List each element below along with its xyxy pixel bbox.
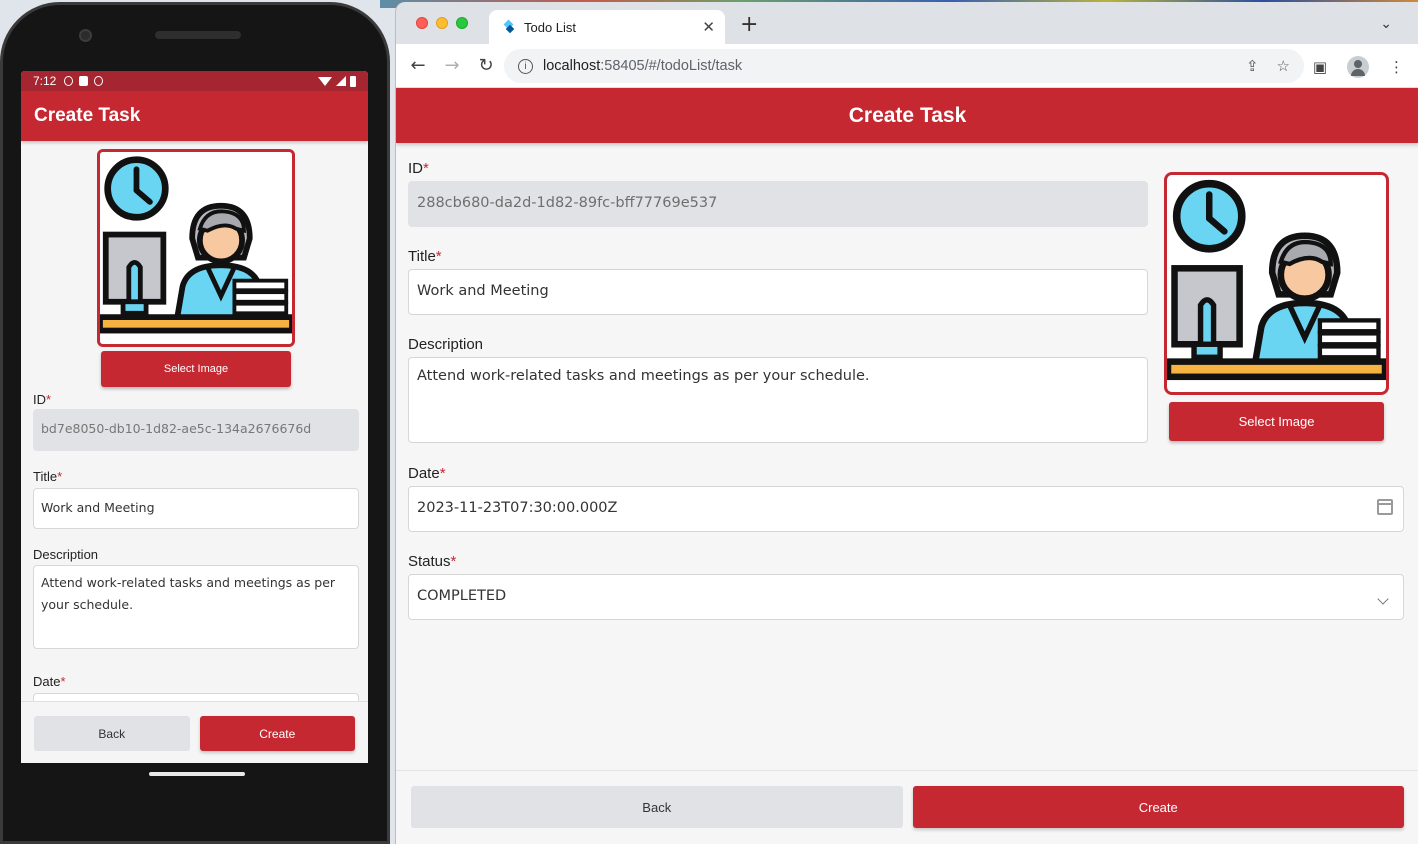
share-icon[interactable]: ⇪ bbox=[1246, 57, 1259, 75]
create-button[interactable]: Create bbox=[912, 786, 1404, 828]
date-value: 2023-11-23T07:30:00.000Z bbox=[417, 500, 618, 516]
camera-icon bbox=[79, 29, 92, 42]
phone-screen: 7:12 Create Task Select Image ID* bd7e80… bbox=[21, 71, 368, 763]
status-label: Status* bbox=[408, 553, 457, 570]
back-arrow-icon[interactable]: ← bbox=[408, 55, 428, 76]
id-field: 288cb680-da2d-1d82-89fc-bff77769e537 bbox=[408, 181, 1148, 227]
bottom-action-bar: Back Create bbox=[396, 770, 1418, 844]
back-button[interactable]: Back bbox=[411, 786, 903, 828]
app-bar-title: Create Task bbox=[848, 103, 967, 127]
id-label: ID* bbox=[408, 160, 429, 177]
status-bar: 7:12 bbox=[21, 71, 368, 91]
sd-card-icon bbox=[79, 76, 89, 86]
tab-strip: Todo List ✕ + ⌄ bbox=[396, 2, 1418, 44]
worker-illustration-icon bbox=[1167, 175, 1386, 392]
signal-icon bbox=[336, 76, 346, 86]
app-bar: Create Task bbox=[21, 91, 368, 141]
url-path: :58405/#/todoList/task bbox=[600, 58, 743, 74]
date-input[interactable]: 2023-11-23T07:30:00.000Z bbox=[408, 486, 1404, 532]
status-select[interactable]: COMPLETED bbox=[408, 574, 1404, 620]
info-icon[interactable]: i bbox=[518, 58, 533, 74]
back-button[interactable]: Back bbox=[34, 716, 190, 751]
notification-icon bbox=[94, 76, 104, 86]
task-image bbox=[1164, 172, 1389, 395]
worker-illustration-icon bbox=[100, 152, 292, 344]
form-scroll-area[interactable]: Select Image ID* bd7e8050-db10-1d82-ae5c… bbox=[21, 141, 368, 701]
tab-todo-list[interactable]: Todo List ✕ bbox=[489, 10, 725, 44]
description-input[interactable]: Attend work-related tasks and meetings a… bbox=[33, 565, 359, 649]
app-bar-title: Create Task bbox=[34, 105, 141, 126]
id-label: ID* bbox=[33, 392, 52, 407]
title-input[interactable]: Work and Meeting bbox=[408, 269, 1148, 315]
title-label: Title* bbox=[33, 469, 63, 484]
task-image bbox=[97, 149, 295, 347]
url-host: localhost bbox=[543, 58, 601, 74]
browser-window: Todo List ✕ + ⌄ ← → ↻ i localhost:58405/… bbox=[395, 2, 1418, 844]
description-input[interactable]: Attend work-related tasks and meetings a… bbox=[408, 357, 1148, 443]
calendar-icon[interactable] bbox=[1377, 499, 1393, 519]
browser-toolbar: ← → ↻ i localhost:58405/#/todoList/task … bbox=[396, 44, 1418, 88]
web-page: Create Task ID* 288cb680-da2d-1d82-89fc-… bbox=[396, 88, 1418, 844]
date-label: Date* bbox=[408, 465, 446, 482]
date-label: Date* bbox=[33, 674, 66, 689]
chevron-down-icon[interactable]: ⌄ bbox=[1380, 16, 1392, 32]
create-button[interactable]: Create bbox=[199, 716, 355, 751]
chevron-down-icon bbox=[1377, 589, 1389, 607]
close-window-button[interactable] bbox=[416, 17, 428, 29]
close-tab-icon[interactable]: ✕ bbox=[702, 18, 715, 36]
status-value: COMPLETED bbox=[417, 588, 507, 604]
profile-icon[interactable] bbox=[1347, 56, 1369, 78]
id-field: bd7e8050-db10-1d82-ae5c-134a2676676d bbox=[33, 409, 359, 451]
sidebar-icon[interactable]: ▣ bbox=[1313, 58, 1327, 76]
select-image-button[interactable]: Select Image bbox=[1169, 402, 1384, 441]
reload-icon[interactable]: ↻ bbox=[476, 55, 496, 76]
maximize-window-button[interactable] bbox=[456, 17, 468, 29]
flutter-icon bbox=[503, 20, 515, 34]
shield-icon bbox=[64, 76, 74, 86]
select-image-button[interactable]: Select Image bbox=[101, 351, 291, 387]
status-time: 7:12 bbox=[33, 74, 57, 88]
minimize-window-button[interactable] bbox=[436, 17, 448, 29]
battery-icon bbox=[350, 75, 356, 87]
wifi-icon bbox=[318, 76, 332, 86]
description-label: Description bbox=[33, 547, 99, 562]
address-bar[interactable]: i localhost:58405/#/todoList/task ⇪ ☆ bbox=[504, 49, 1304, 83]
speaker-grille bbox=[155, 31, 241, 39]
description-label: Description bbox=[408, 336, 484, 353]
home-gesture-bar[interactable] bbox=[149, 772, 245, 776]
menu-dots-icon[interactable]: ⋮ bbox=[1389, 58, 1404, 76]
forward-arrow-icon[interactable]: → bbox=[442, 55, 462, 76]
new-tab-button[interactable]: + bbox=[740, 14, 758, 36]
tab-title: Todo List bbox=[524, 19, 577, 35]
android-emulator: 7:12 Create Task Select Image ID* bd7e80… bbox=[0, 2, 390, 844]
title-label: Title* bbox=[408, 248, 442, 265]
bottom-action-bar: Back Create bbox=[21, 701, 368, 763]
app-bar: Create Task bbox=[396, 88, 1418, 143]
star-icon[interactable]: ☆ bbox=[1277, 57, 1290, 75]
date-input[interactable] bbox=[33, 693, 359, 701]
window-controls bbox=[416, 17, 468, 29]
title-input[interactable]: Work and Meeting bbox=[33, 488, 359, 529]
